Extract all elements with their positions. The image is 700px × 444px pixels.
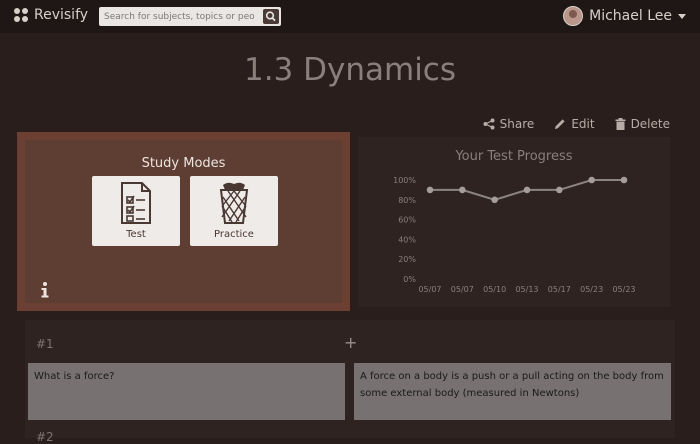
y-tick-label: 80% [398, 196, 416, 205]
search-input[interactable] [104, 9, 254, 24]
plus-icon[interactable]: + [344, 333, 357, 352]
data-point[interactable] [426, 186, 434, 194]
study-modes-panel: Study Modes Test Practice [17, 132, 350, 311]
grid-dots-icon [14, 8, 28, 22]
search-box [99, 7, 281, 26]
search-icon [265, 11, 276, 22]
delete-button[interactable]: Delete [615, 117, 670, 131]
card-answer[interactable]: A force on a body is a push or a pull ac… [354, 363, 671, 420]
delete-label: Delete [630, 117, 670, 131]
card-question-text: What is a force? [34, 371, 115, 382]
data-point[interactable] [459, 186, 466, 194]
x-tick-label: 05/23 [580, 285, 603, 294]
test-mode-button[interactable]: Test [92, 176, 180, 246]
edit-label: Edit [571, 117, 595, 131]
data-point[interactable] [620, 176, 628, 184]
study-modes-inner: Study Modes Test Practice [25, 140, 342, 303]
card-answer-text: A force on a body is a push or a pull ac… [360, 371, 664, 399]
x-tick-label: 05/10 [483, 285, 506, 294]
search-button[interactable] [263, 9, 279, 24]
y-tick-label: 20% [398, 255, 416, 264]
page-title: 1.3 Dynamics [243, 52, 457, 88]
data-point[interactable] [523, 186, 531, 194]
user-name: Michael Lee [589, 8, 672, 24]
share-button[interactable]: Share [483, 117, 535, 131]
chevron-down-icon [678, 13, 686, 19]
practice-mode-button[interactable]: Practice [190, 176, 278, 246]
y-tick-label: 100% [393, 176, 416, 185]
study-modes-title: Study Modes [141, 156, 226, 171]
share-label: Share [499, 117, 535, 131]
trash-icon [615, 118, 626, 130]
test-progress-chart: 0% 20% 40% 60% 80% 100% 05/07 05/07 05/10 05/13 05… [393, 176, 635, 294]
y-tick-label: 40% [398, 235, 416, 244]
next-card-number: #2 [36, 430, 54, 444]
user-menu[interactable]: Michael Lee [563, 6, 686, 26]
logo[interactable]: Revisify [14, 7, 88, 23]
pencil-icon [555, 119, 565, 129]
flashcard-list: #1 + What is a force? A force on a body … [25, 320, 675, 438]
card-number: #1 [36, 337, 54, 351]
avatar [563, 6, 584, 26]
data-point[interactable] [556, 186, 563, 194]
top-bar: Revisify Michael Lee [0, 0, 700, 33]
app-name: Revisify [34, 7, 89, 23]
data-point[interactable] [491, 196, 498, 204]
card-question[interactable]: What is a force? [28, 363, 345, 420]
y-tick-label: 0% [403, 275, 416, 284]
test-mode-label: Test [126, 229, 146, 240]
test-progress-panel: Your Test Progress 0% 20% 40% 60% 80% 100% 05/… [358, 137, 670, 307]
practice-basket-icon [219, 182, 249, 224]
x-tick-label: 05/07 [418, 285, 441, 294]
x-tick-label: 05/07 [451, 285, 474, 294]
x-tick-label: 05/13 [515, 285, 538, 294]
edit-button[interactable]: Edit [554, 117, 595, 131]
practice-mode-label: Practice [214, 229, 254, 240]
info-icon[interactable] [40, 282, 50, 298]
x-tick-label: 05/23 [612, 285, 635, 294]
test-sheet-icon [121, 182, 151, 224]
x-tick-label: 05/17 [548, 285, 571, 294]
topic-actions: Share Edit Delete [483, 117, 670, 131]
share-icon [483, 118, 495, 130]
y-tick-label: 60% [398, 216, 416, 225]
data-point[interactable] [588, 176, 595, 184]
